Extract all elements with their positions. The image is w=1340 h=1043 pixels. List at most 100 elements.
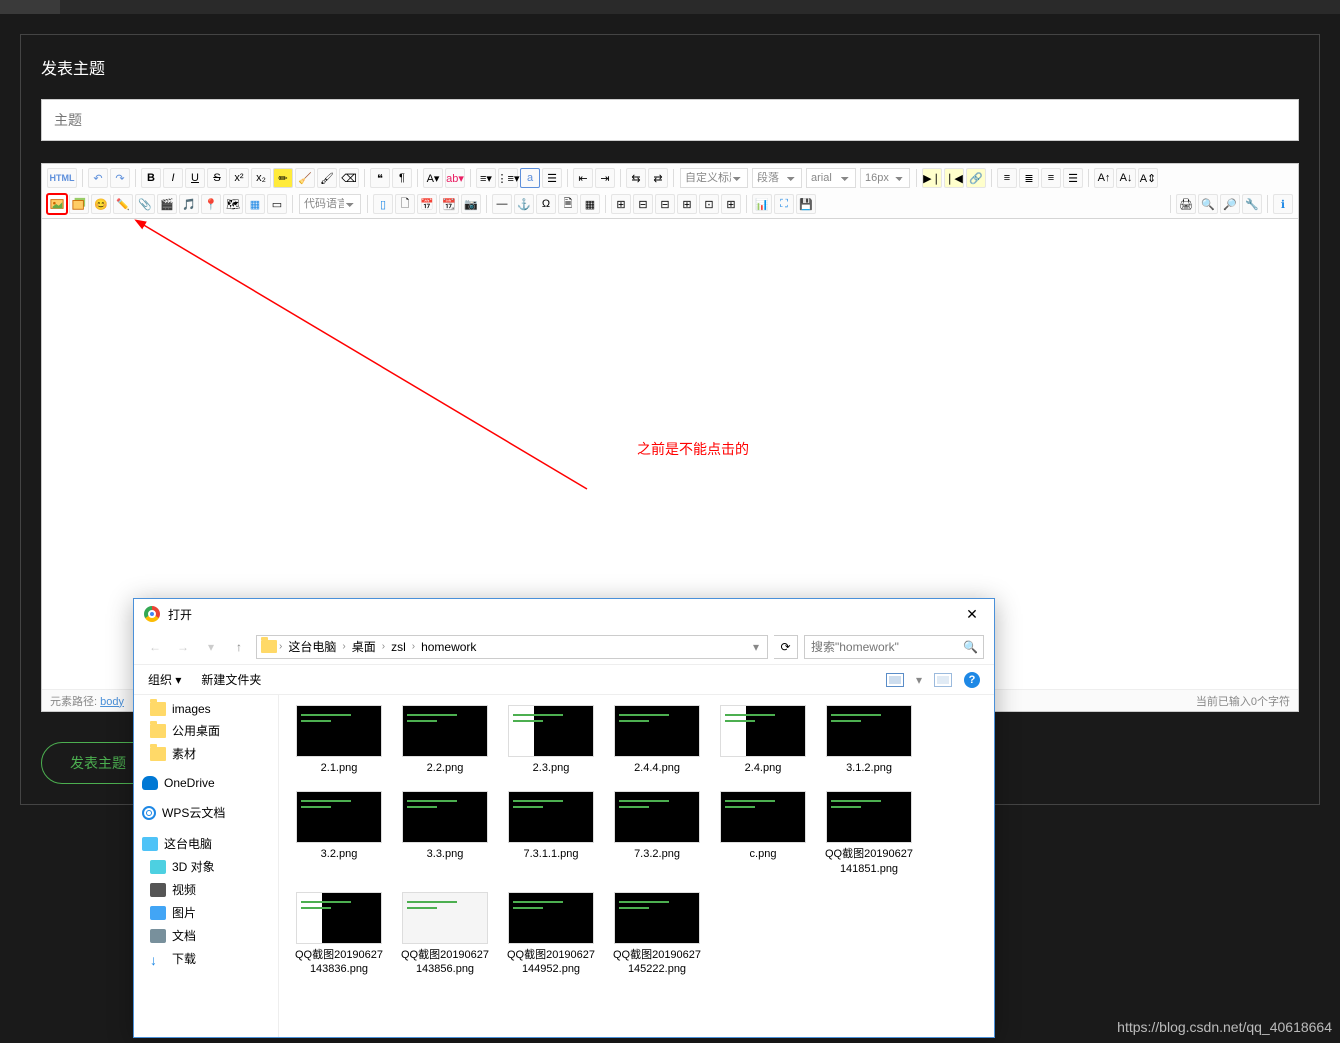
- spechar-button[interactable]: Ω: [536, 194, 556, 214]
- remove-format-button[interactable]: ⌫: [339, 168, 359, 188]
- bold-button[interactable]: B: [141, 168, 161, 188]
- sidebar-item-wps[interactable]: WPS云文档: [134, 801, 278, 824]
- insertcol-button[interactable]: ⊟: [633, 194, 653, 214]
- paragraph-button[interactable]: ¶: [392, 168, 412, 188]
- code-lang-select[interactable]: 代码语言: [299, 194, 361, 214]
- file-item[interactable]: 2.1.png: [293, 705, 385, 775]
- dir-rtl-button[interactable]: ⇄: [648, 168, 668, 188]
- superscript-button[interactable]: x²: [229, 168, 249, 188]
- dir-ltr-button[interactable]: ⇆: [626, 168, 646, 188]
- view-mode-button[interactable]: [886, 673, 904, 687]
- font-larger-button[interactable]: A↑: [1094, 168, 1114, 188]
- chart-button[interactable]: 📊: [752, 194, 772, 214]
- html-source-button[interactable]: HTML: [47, 168, 77, 188]
- file-item[interactable]: c.png: [717, 791, 809, 876]
- sidebar-item-video[interactable]: 视频: [134, 878, 278, 901]
- organize-button[interactable]: 组织 ▾: [148, 671, 181, 688]
- print-button[interactable]: 🖨: [1176, 194, 1196, 214]
- font-smaller-button[interactable]: A↓: [1116, 168, 1136, 188]
- tools-button[interactable]: 🔧: [1242, 194, 1262, 214]
- hr-button[interactable]: —: [492, 194, 512, 214]
- new-folder-button[interactable]: 新建文件夹: [201, 671, 261, 688]
- crumb-0[interactable]: 这台电脑: [284, 638, 340, 655]
- crumb-2[interactable]: zsl: [387, 640, 410, 654]
- splitcell-button[interactable]: ⊞: [721, 194, 741, 214]
- align-center-button[interactable]: ≣: [1019, 168, 1039, 188]
- tolowercase-button[interactable]: ❘◀: [944, 168, 964, 188]
- deleterow-button[interactable]: ⊟: [655, 194, 675, 214]
- preview-button[interactable]: 🔍: [1198, 194, 1218, 214]
- sidebar-item-pictures[interactable]: 图片: [134, 901, 278, 924]
- gmap-button[interactable]: 🗺: [223, 194, 243, 214]
- file-item[interactable]: 7.3.1.1.png: [505, 791, 597, 876]
- emoji-button[interactable]: 😊: [91, 194, 111, 214]
- sidebar-item-downloads[interactable]: ↓下载: [134, 947, 278, 970]
- file-item[interactable]: 2.2.png: [399, 705, 491, 775]
- file-item[interactable]: 3.2.png: [293, 791, 385, 876]
- crumb-3[interactable]: homework: [417, 640, 480, 654]
- custom-title-select[interactable]: 自定义标题: [680, 168, 748, 188]
- backcolor-button[interactable]: ab▾: [445, 168, 465, 188]
- paragraph-select[interactable]: 段落: [752, 168, 802, 188]
- touppercase-button[interactable]: ▶❘: [922, 168, 942, 188]
- single-image-button[interactable]: [47, 194, 67, 214]
- app-button[interactable]: ▦: [245, 194, 265, 214]
- sidebar-item-onedrive[interactable]: OneDrive: [134, 773, 278, 793]
- file-item[interactable]: 7.3.2.png: [611, 791, 703, 876]
- help-icon[interactable]: ?: [964, 672, 980, 688]
- strikethrough-button[interactable]: S: [207, 168, 227, 188]
- autotype-button[interactable]: ☰: [542, 168, 562, 188]
- file-item[interactable]: QQ截图20190627143836.png: [293, 892, 385, 977]
- wordimage-button[interactable]: 🗎: [558, 194, 578, 214]
- blockquote-button[interactable]: ❝: [370, 168, 390, 188]
- font-size-select[interactable]: 16px: [860, 168, 910, 188]
- frame-button[interactable]: ▭: [267, 194, 287, 214]
- search-replace-button[interactable]: 🔎: [1220, 194, 1240, 214]
- drafts-button[interactable]: 💾: [796, 194, 816, 214]
- element-path-link[interactable]: body: [100, 696, 124, 708]
- music-button[interactable]: 🎵: [179, 194, 199, 214]
- align-justify-button[interactable]: ☰: [1063, 168, 1083, 188]
- help-button[interactable]: ℹ: [1273, 194, 1293, 214]
- mergecell-button[interactable]: ⊡: [699, 194, 719, 214]
- date-button[interactable]: 📅: [417, 194, 437, 214]
- video-button[interactable]: 🎬: [157, 194, 177, 214]
- table-button[interactable]: ▦: [580, 194, 600, 214]
- file-item[interactable]: 3.1.2.png: [823, 705, 915, 775]
- file-item[interactable]: 3.3.png: [399, 791, 491, 876]
- close-button[interactable]: ✕: [960, 602, 984, 626]
- link-button[interactable]: 🔗: [966, 168, 986, 188]
- insertrow-button[interactable]: ⊞: [611, 194, 631, 214]
- select-all-button[interactable]: a: [520, 168, 540, 188]
- search-input[interactable]: [804, 635, 984, 659]
- ordered-list-button[interactable]: ≡▾: [476, 168, 496, 188]
- file-item[interactable]: QQ截图20190627145222.png: [611, 892, 703, 977]
- sidebar-item-images[interactable]: images: [134, 699, 278, 719]
- snapshot-button[interactable]: 📷: [461, 194, 481, 214]
- subscript-button[interactable]: x₂: [251, 168, 271, 188]
- crumb-1[interactable]: 桌面: [348, 638, 380, 655]
- format-painter-button[interactable]: 🖌: [317, 168, 337, 188]
- file-item[interactable]: QQ截图20190627143856.png: [399, 892, 491, 977]
- map-button[interactable]: 📍: [201, 194, 221, 214]
- align-right-button[interactable]: ≡: [1041, 168, 1061, 188]
- clear-format-button[interactable]: 🧹: [295, 168, 315, 188]
- outdent-button[interactable]: ⇥: [595, 168, 615, 188]
- sidebar-item-docs[interactable]: 文档: [134, 924, 278, 947]
- nav-forward-button[interactable]: →: [172, 636, 194, 658]
- line-height-button[interactable]: A⇕: [1138, 168, 1158, 188]
- file-item[interactable]: 2.4.png: [717, 705, 809, 775]
- nav-back-button[interactable]: ←: [144, 636, 166, 658]
- fullscreen-button[interactable]: ⛶: [774, 194, 794, 214]
- file-item[interactable]: 2.3.png: [505, 705, 597, 775]
- anchor-button[interactable]: ⚓: [514, 194, 534, 214]
- sidebar-item-this-pc[interactable]: 这台电脑: [134, 832, 278, 855]
- redo-button[interactable]: ↷: [110, 168, 130, 188]
- highlight-button[interactable]: ✏: [273, 168, 293, 188]
- preview-pane-button[interactable]: [934, 673, 952, 687]
- pagebreak-button[interactable]: ▯: [373, 194, 393, 214]
- sidebar-item-3d[interactable]: 3D 对象: [134, 855, 278, 878]
- attachment-button[interactable]: 📎: [135, 194, 155, 214]
- refresh-button[interactable]: ⟳: [774, 635, 798, 659]
- path-bar[interactable]: › 这台电脑› 桌面› zsl› homework ▾: [256, 635, 768, 659]
